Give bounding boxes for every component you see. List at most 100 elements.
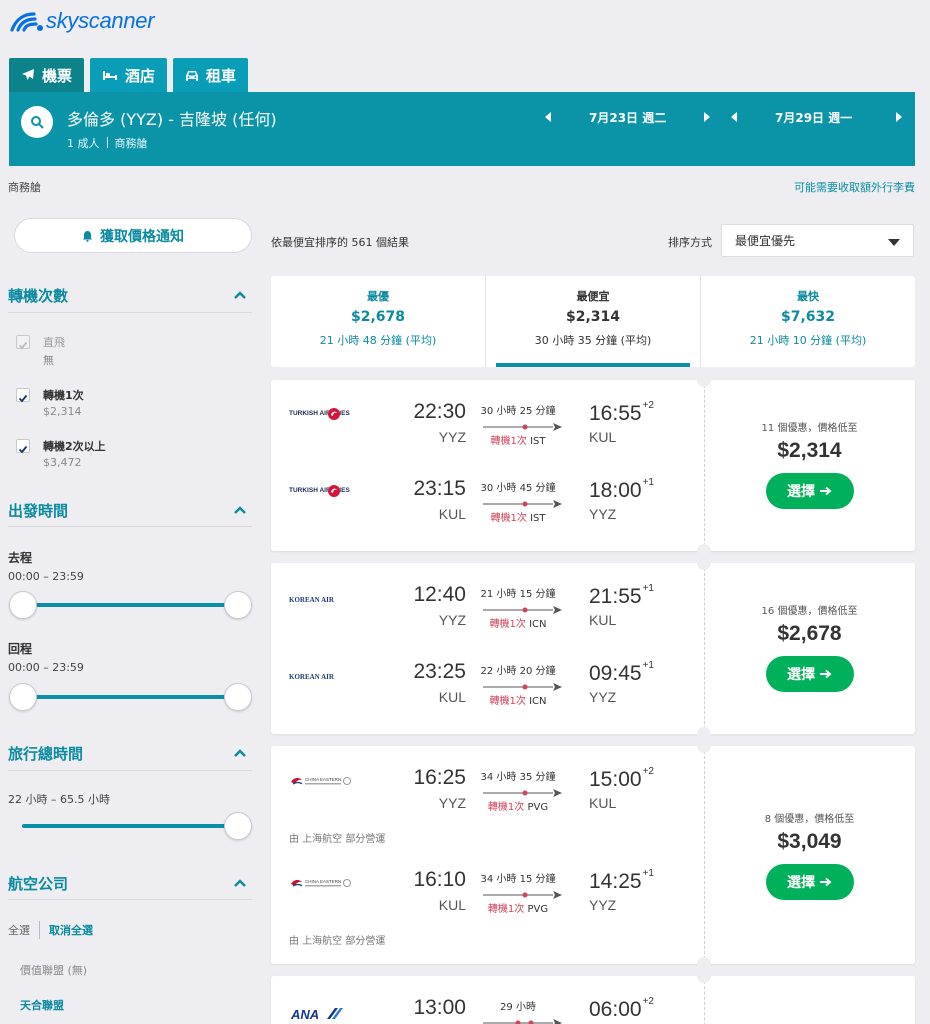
summary-tab-fastest[interactable]: 最快 $7,632 21 小時 10 分鐘 (平均) [700, 276, 915, 367]
departure-time: 13:00 [413, 996, 466, 1019]
return-prev-arrow-icon[interactable] [731, 112, 737, 122]
arrival-time: 21:55+1 [589, 583, 654, 609]
duration-section-title[interactable]: 旅行總時間 [8, 743, 83, 764]
sort-value: 最便宜優先 [735, 234, 796, 248]
airline-name: TURKISH AIRLINES [289, 487, 350, 494]
return-slider-max-handle[interactable] [224, 683, 252, 711]
passenger-cabin-text[interactable]: 1 成人 商務艙 [67, 135, 148, 151]
select-button-label: 選擇 [787, 667, 815, 683]
passenger-count: 1 成人 [67, 137, 100, 150]
flight-leg-outbound: TURKISH AIRLINES 22:30 YYZ 30 小時 25 分鐘 轉… [271, 392, 704, 452]
check-icon [18, 445, 28, 454]
alliance-skyteam[interactable]: 天合聯盟 [20, 997, 64, 1013]
outbound-slider-min-handle[interactable] [9, 591, 37, 619]
departure-time: 23:15 [413, 477, 466, 500]
stops-count: 轉機1次 [487, 802, 525, 813]
airline-name: KOREAN AIR [289, 596, 335, 604]
arrival-airport: YYZ [589, 506, 617, 522]
arrival-airport: YYZ [589, 689, 617, 705]
sort-select[interactable]: 最便宜優先 [721, 224, 914, 257]
arrival-airport: KUL [589, 795, 617, 811]
stops-count: 轉機1次 [487, 904, 525, 915]
depart-date[interactable]: 7月23日 週二 [589, 109, 666, 126]
china-eastern-logo: CHINA EASTERN [291, 879, 351, 887]
summary-duration: 21 小時 10 分鐘 (平均) [749, 334, 867, 347]
result-card[interactable]: TURKISH AIRLINES 22:30 YYZ 30 小時 25 分鐘 轉… [271, 373, 915, 558]
select-button-label: 選擇 [787, 484, 815, 500]
summary-duration: 30 小時 35 分鐘 (平均) [534, 334, 652, 347]
duration-slider-handle[interactable] [224, 812, 252, 840]
select-button[interactable]: 選擇 [765, 864, 854, 900]
summary-tab-best[interactable]: 最優 $2,678 21 小時 48 分鐘 (平均) [271, 276, 485, 367]
times-collapse-chevron-icon[interactable] [232, 504, 248, 516]
depart-next-arrow-icon[interactable] [704, 112, 711, 122]
korean-air-logo: KOREAN AIR [289, 596, 335, 604]
outbound-slider-max-handle[interactable] [224, 591, 252, 619]
plane-icon [22, 69, 34, 80]
result-card[interactable]: ANA 13:00 29 小時 06:00+2 [271, 969, 915, 1024]
return-date[interactable]: 7月29日 週一 [775, 109, 852, 126]
stops-info: 轉機1次 IST [473, 509, 563, 524]
one-stop-price: $2,314 [43, 405, 82, 418]
day-offset: +2 [642, 400, 654, 411]
direct-checkbox[interactable] [16, 335, 30, 350]
sort-label: 排序方式 [668, 236, 712, 249]
airlines-section-title[interactable]: 航空公司 [8, 873, 68, 894]
two-plus-checkbox[interactable] [16, 439, 30, 454]
arrival-time-value: 21:55 [589, 585, 642, 608]
select-button[interactable]: 選擇 [765, 656, 854, 692]
skyscanner-logo[interactable]: skyscanner [10, 8, 155, 34]
price-box: 8 個優惠，價格低至 $3,049 選擇 [704, 810, 915, 900]
airline-name: TURKISH AIRLINES [289, 410, 350, 417]
summary-name: 最快 [797, 290, 819, 303]
china-eastern-logo: CHINA EASTERN [291, 777, 351, 785]
route-text[interactable]: 多倫多 (YYZ) - 吉隆坡 (任何) [67, 106, 277, 130]
depart-prev-arrow-icon[interactable] [545, 112, 551, 122]
tab-hotels[interactable]: 酒店 [90, 58, 168, 92]
return-next-arrow-icon[interactable] [896, 112, 903, 122]
one-stop-checkbox[interactable] [16, 388, 30, 403]
turkish-airlines-logo: TURKISH AIRLINES [289, 408, 350, 420]
result-card[interactable]: CHINA EASTERN 16:25 YYZ 34 小時 35 分鐘 轉機1次… [271, 739, 915, 971]
return-range: 00:00 – 23:59 [8, 661, 84, 674]
depart-date-control: 7月23日 週二 [545, 108, 711, 126]
price: $2,678 [777, 622, 842, 645]
baggage-fee-link[interactable]: 可能需要收取額外行李費 [794, 179, 915, 195]
flight-duration: 29 小時 [500, 1002, 536, 1013]
airline-select-links: 全選 取消全選 [8, 921, 93, 939]
duration-slider-track[interactable] [22, 824, 238, 828]
times-section-title[interactable]: 出發時間 [8, 500, 68, 521]
duration-range: 22 小時 – 65.5 小時 [8, 793, 110, 806]
outbound-slider-track[interactable] [22, 603, 238, 607]
price-alert-button[interactable]: 獲取價格通知 [14, 218, 252, 253]
return-slider-track[interactable] [22, 695, 238, 699]
price: $2,314 [777, 439, 842, 462]
stops-collapse-chevron-icon[interactable] [232, 289, 248, 301]
arrival-time-value: 15:00 [589, 768, 642, 791]
section-divider [8, 770, 252, 771]
select-button[interactable]: 選擇 [765, 473, 854, 509]
flight-duration: 30 小時 45 分鐘 [480, 483, 556, 494]
summary-tab-cheapest[interactable]: 最便宜 $2,314 30 小時 35 分鐘 (平均) [485, 276, 700, 367]
return-slider-min-handle[interactable] [9, 683, 37, 711]
tab-flights[interactable]: 機票 [9, 58, 85, 92]
result-card[interactable]: KOREAN AIR 12:40 YYZ 21 小時 15 分鐘 轉機1次 IC… [271, 556, 915, 741]
stops-section-title[interactable]: 轉機次數 [8, 285, 68, 306]
tab-car-hire[interactable]: 租車 [173, 58, 249, 92]
stops-info: 轉機1次 ICN [473, 692, 563, 707]
outbound-label: 去程 [8, 551, 33, 565]
departure-airport: KUL [438, 506, 466, 522]
day-offset: +2 [642, 766, 654, 777]
departure-time: 16:10 [413, 868, 466, 891]
edit-search-button[interactable] [21, 106, 53, 138]
airlines-collapse-chevron-icon[interactable] [232, 877, 248, 889]
stops-info: 轉機1次 PVG [473, 900, 563, 915]
tab-car-hire-label: 租車 [206, 66, 237, 85]
bell-icon [83, 230, 92, 242]
stops-info: 轉機1次 IST [473, 432, 563, 447]
select-all-link[interactable]: 全選 [8, 922, 30, 938]
deselect-all-link[interactable]: 取消全選 [49, 922, 93, 938]
arrival-time: 09:45+1 [589, 660, 654, 686]
duration-collapse-chevron-icon[interactable] [232, 747, 248, 759]
outbound-range: 00:00 – 23:59 [8, 570, 84, 583]
